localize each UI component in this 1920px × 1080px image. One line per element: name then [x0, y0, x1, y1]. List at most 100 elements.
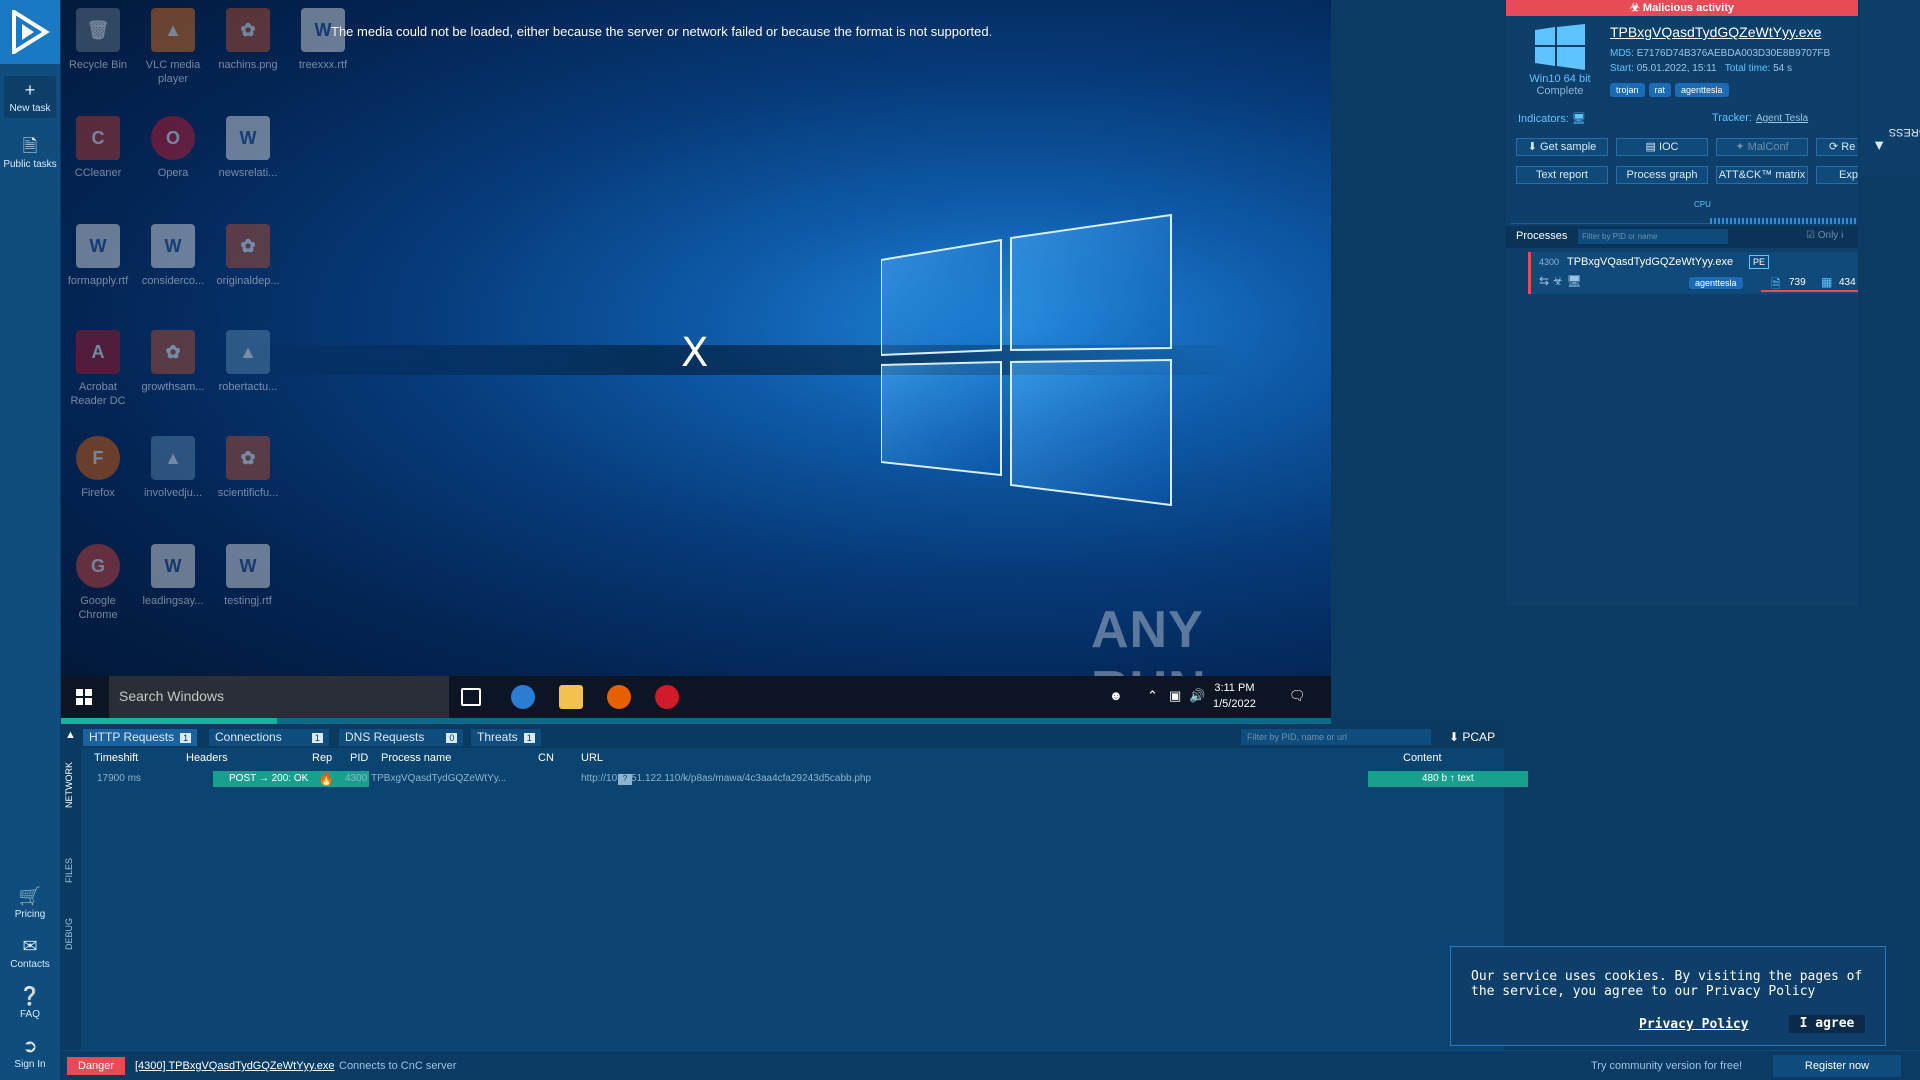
tag-trojan[interactable]: trojan [1610, 83, 1645, 97]
people-icon[interactable]: ☻ [1109, 688, 1123, 703]
total-label: Total time: [1724, 63, 1771, 74]
plus-icon: + [24, 80, 36, 100]
registry-count: 434 [1839, 277, 1856, 288]
pe-badge: PE [1749, 255, 1770, 269]
privacy-policy-link[interactable]: Privacy Policy [1639, 1017, 1749, 1032]
side-tab-files[interactable]: FILES [64, 858, 74, 883]
desktop-icon-recycle-bin[interactable]: 🗑 Recycle Bin [61, 8, 135, 72]
desktop-icon-ccleaner[interactable]: C CCleaner [61, 116, 135, 180]
desktop-icon-chrome[interactable]: G Google Chrome [61, 544, 135, 622]
desktop-icon-leadingsay[interactable]: W leadingsay... [136, 544, 210, 608]
opera-taskbar-icon[interactable] [655, 685, 679, 709]
md5-line: MD5: E7176D74B376AEBDA003D30E8B9707FB [1610, 48, 1830, 59]
anyrun-logo[interactable] [0, 0, 60, 64]
desktop-icon-treexxx[interactable]: W treexxx.rtf [286, 8, 360, 72]
sign-in-link[interactable]: ➲ Sign In [0, 1036, 60, 1070]
close-media-button[interactable]: X [681, 330, 708, 376]
desktop-icon-considerco[interactable]: W considerco... [136, 224, 210, 288]
network-panel: ▲ HTTP Requests 1 Connections 1 DNS Reques… [61, 726, 1528, 1050]
os-name: Win10 64 bit [1529, 73, 1591, 85]
contacts-link[interactable]: ✉ Contacts [0, 936, 60, 970]
malconf-button[interactable]: ✦ MalConf [1716, 138, 1808, 156]
only-checkbox[interactable]: ☑ Only i [1806, 230, 1843, 241]
desktop-icon-formapply[interactable]: W formapply.rtf [61, 224, 135, 288]
banner-text: Malicious activity [1642, 2, 1734, 14]
desktop-icon-scientificfu[interactable]: ✿ scientificfu... [211, 436, 285, 500]
status-message: Connects to CnC server [339, 1060, 457, 1072]
get-sample-button[interactable]: ⬇ Get sample [1516, 138, 1608, 156]
acrobat-icon: A [76, 330, 120, 374]
network-filter-input[interactable]: Filter by PID, name or url [1241, 729, 1431, 745]
register-now-button[interactable]: Register now [1773, 1055, 1901, 1077]
desktop-icon-firefox[interactable]: F Firefox [61, 436, 135, 500]
monitor-icon[interactable]: 🖥 [1572, 113, 1586, 125]
taskbar-search-input[interactable]: Search Windows [109, 676, 449, 718]
new-task-button[interactable]: + New task [4, 76, 56, 118]
process-filter-input[interactable]: Filter by PID or name [1578, 229, 1728, 244]
word-file-icon: W [226, 116, 270, 160]
ioc-button[interactable]: ▤ IOC [1616, 138, 1708, 156]
start-button[interactable] [61, 676, 107, 718]
restart-button[interactable]: ⟳ Re [1816, 138, 1858, 156]
faq-link[interactable]: ❔ FAQ [0, 986, 60, 1020]
sample-name-link[interactable]: TPBxgVQasdTydGQZeWtYyy.exe [1610, 24, 1821, 40]
tab-connections[interactable]: Connections 1 [209, 729, 329, 746]
tracker-link[interactable]: Agent Tesla [1756, 113, 1808, 124]
tab-dns-requests[interactable]: DNS Requests 0 [339, 729, 464, 746]
only-label: Only i [1817, 230, 1844, 241]
export-button[interactable]: Expo [1816, 166, 1858, 184]
desktop-icon-newsrelati[interactable]: W newsrelati... [211, 116, 285, 180]
tracker: Tracker: Agent Tesla [1712, 112, 1808, 124]
pcap-button[interactable]: ⬇ PCAP [1449, 730, 1495, 744]
file-explorer-icon[interactable] [559, 685, 583, 709]
side-tab-network[interactable]: NETWORK [64, 762, 74, 808]
tab-count: 1 [523, 733, 535, 743]
taskbar-clock[interactable]: 3:11 PM 1/5/2022 [1213, 680, 1256, 712]
desktop-icon-opera[interactable]: O Opera [136, 116, 210, 180]
tab-http-requests[interactable]: HTTP Requests 1 [83, 729, 198, 746]
cookie-text: Our service uses cookies. By visiting th… [1471, 969, 1863, 999]
desktop-icon-vlc[interactable]: ▲ VLC media player [136, 8, 210, 86]
desktop-icon-acrobat[interactable]: A Acrobat Reader DC [61, 330, 135, 408]
network-icon[interactable]: ▣ [1169, 688, 1181, 704]
chevron-up-icon[interactable]: ⌃ [1147, 688, 1158, 704]
row-content[interactable]: 480 b ↑ text [1368, 771, 1528, 787]
side-tab-debug[interactable]: DEBUG [64, 918, 74, 950]
tab-threats[interactable]: Threats 1 [471, 729, 541, 746]
desktop-icon-label: CCleaner [74, 167, 122, 179]
process-graph-button[interactable]: Process graph [1616, 166, 1708, 184]
text-report-button[interactable]: Text report [1516, 166, 1608, 184]
i-agree-button[interactable]: I agree [1789, 1015, 1865, 1033]
firefox-taskbar-icon[interactable] [607, 685, 631, 709]
desktop-icon-testingj[interactable]: W testingj.rtf [211, 544, 285, 608]
tag-agenttesla[interactable]: agenttesla [1675, 83, 1729, 97]
ioc-label: IOC [1658, 141, 1679, 153]
desktop-icon-label: Firefox [81, 487, 115, 499]
desktop-icon-robertactu[interactable]: ▲ robertactu... [211, 330, 285, 394]
document-icon: 🗎 [22, 136, 38, 156]
desktop-icon-involvedju[interactable]: ▲ involvedju... [136, 436, 210, 500]
http-request-row[interactable]: 17900 ms POST → 200: OK 🔥 4300 TPBxgVQas… [85, 770, 1528, 788]
volume-icon[interactable]: 🔊 [1189, 688, 1205, 704]
attck-matrix-button[interactable]: ATT&CK™ matrix [1716, 166, 1808, 184]
vm-screen[interactable]: The media could not be loaded, either be… [61, 0, 1331, 718]
row-url[interactable]: http://103.151.122.110/k/p8as/mawa/4c3aa… [581, 773, 871, 784]
desktop-icon-nachins[interactable]: ✿ nachins.png [211, 8, 285, 72]
collapse-icon[interactable]: ▲ [65, 729, 76, 741]
status-process-link[interactable]: [4300] TPBxgVQasdTydGQZeWtYyy.exe [135, 1060, 335, 1072]
task-view-icon[interactable] [461, 688, 481, 706]
tag-rat[interactable]: rat [1648, 83, 1672, 97]
desktop-icon-label: growthsam... [141, 381, 205, 393]
malconf-label: MalConf [1747, 141, 1789, 153]
process-row[interactable]: 4300 TPBxgVQasdTydGQZeWtYyy.exe PE ⇆ ☣ 🖥… [1528, 252, 1858, 294]
process-in-progress-tab[interactable]: ◀ PROCESS IN PROGRESS [1860, 0, 1920, 176]
desktop-icon-originaldep[interactable]: ✿ originaldep... [211, 224, 285, 288]
edge-icon[interactable] [511, 685, 535, 709]
process-tag[interactable]: agenttesla [1689, 277, 1743, 289]
left-sidebar: + New task 🗎 Public tasks 🛒 Pricing ✉ Co… [0, 0, 60, 1080]
desktop-icon-growthsam[interactable]: ✿ growthsam... [136, 330, 210, 394]
notification-icon[interactable]: 🗨 [1289, 688, 1306, 704]
public-tasks-link[interactable]: 🗎 Public tasks [0, 136, 60, 170]
pricing-link[interactable]: 🛒 Pricing [0, 886, 60, 920]
desktop-icon-label: Recycle Bin [68, 59, 128, 71]
